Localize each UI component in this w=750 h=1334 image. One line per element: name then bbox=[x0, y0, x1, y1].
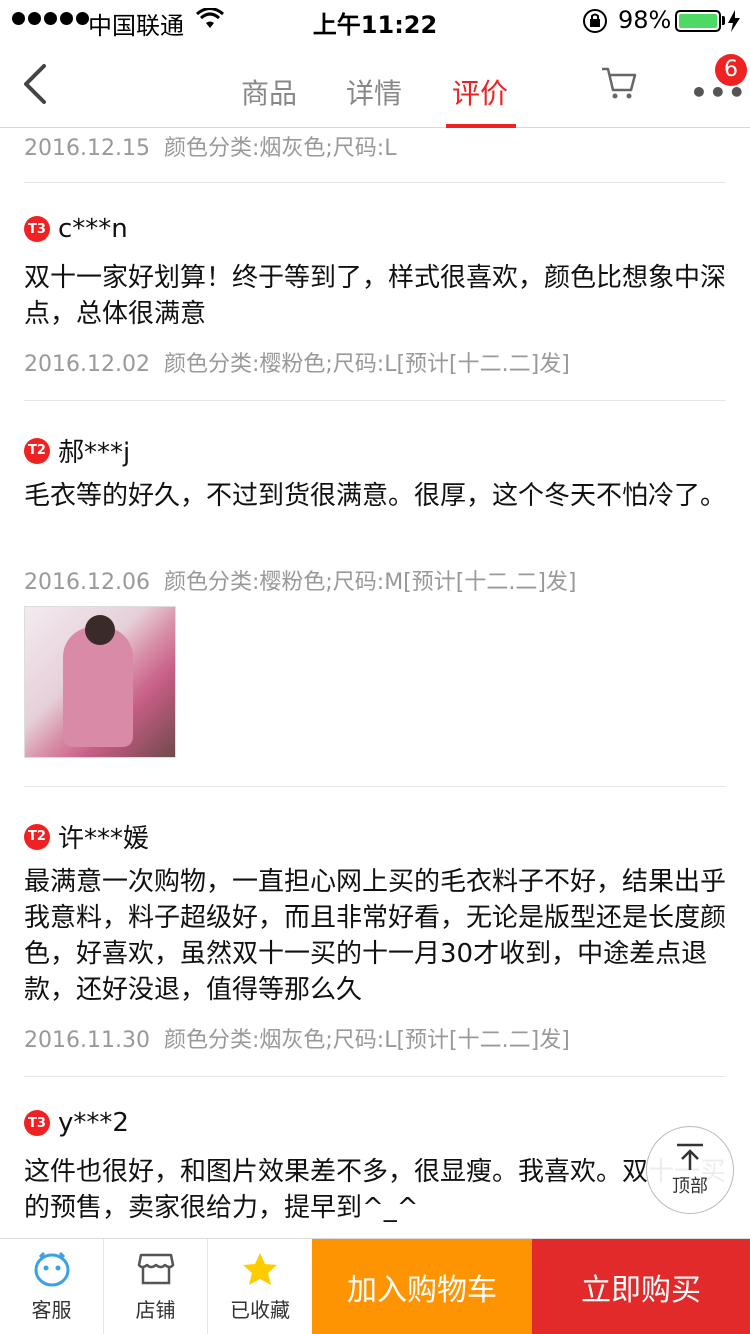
store-label: 店铺 bbox=[135, 1298, 176, 1322]
review-text: 毛衣等的好久，不过到货很满意。很厚，这个冬天不怕冷了。 bbox=[24, 481, 727, 511]
tab-details[interactable]: 详情 bbox=[346, 72, 402, 112]
review-meta: 2016.12.15 颜色分类:烟灰色;尺码:L bbox=[24, 130, 396, 162]
tab-goods[interactable]: 商品 bbox=[241, 72, 297, 112]
user-level-badge: T2 bbox=[24, 437, 50, 464]
review-username: 许***媛 bbox=[58, 824, 150, 854]
reviews-list: 2016.12.15 颜色分类:烟灰色;尺码:L T3 c***n 双十一家好划算… bbox=[0, 128, 750, 1238]
favorite-button[interactable]: 已收藏 bbox=[208, 1239, 312, 1334]
review-username: y***2 bbox=[58, 1108, 129, 1138]
battery-icon bbox=[675, 10, 721, 32]
review-user: T3 c***n bbox=[24, 214, 128, 244]
user-level-badge: T2 bbox=[24, 823, 50, 850]
review-meta: 2016.12.02 颜色分类:樱粉色;尺码:L[预计[十二.二]发] bbox=[24, 346, 570, 378]
divider bbox=[24, 182, 726, 183]
review-text: 最满意一次购物，一直担心网上买的毛衣料子不好，结果出乎我意料，料子超级好，而且非… bbox=[24, 867, 727, 1005]
buy-now-button[interactable]: 立即购买 bbox=[532, 1239, 750, 1334]
arrow-up-icon bbox=[677, 1143, 703, 1170]
review-meta: 2016.12.06 颜色分类:樱粉色;尺码:M[预计[十二.二]发] bbox=[24, 564, 577, 596]
cart-icon[interactable] bbox=[600, 64, 638, 106]
review-date: 2016.11.30 bbox=[24, 1028, 150, 1053]
tab-reviews[interactable]: 评价 bbox=[452, 72, 508, 112]
user-level-badge: T3 bbox=[24, 1110, 50, 1136]
review-date: 2016.12.06 bbox=[24, 570, 150, 595]
review-user: T2 许***媛 bbox=[24, 818, 149, 855]
review-username: 郝***j bbox=[58, 438, 131, 468]
review-date: 2016.12.02 bbox=[24, 352, 150, 377]
add-to-cart-button[interactable]: 加入购物车 bbox=[312, 1239, 532, 1334]
battery-percent: 98% bbox=[618, 6, 672, 34]
review-username: c***n bbox=[58, 214, 128, 244]
review-photo[interactable] bbox=[24, 606, 176, 758]
nav-bar: 商品 详情 评价 ••• 6 bbox=[0, 40, 750, 128]
bottom-action-bar: 客服 店铺 已收藏 加入购物车 立即购买 bbox=[0, 1238, 750, 1334]
star-icon bbox=[241, 1250, 279, 1288]
review-text: 双十一家好划算！终于等到了，样式很喜欢，颜色比想象中深点，总体很满意 bbox=[24, 263, 727, 329]
store-icon bbox=[137, 1250, 175, 1288]
review-date: 2016.12.15 bbox=[24, 136, 150, 161]
review-spec: 颜色分类:烟灰色;尺码:L[预计[十二.二]发] bbox=[163, 1028, 570, 1053]
user-level-badge: T3 bbox=[24, 216, 50, 242]
orientation-lock-icon bbox=[582, 8, 608, 40]
review-spec: 颜色分类:樱粉色;尺码:L[预计[十二.二]发] bbox=[163, 352, 570, 377]
charging-icon bbox=[727, 10, 741, 38]
back-icon[interactable] bbox=[20, 62, 50, 110]
divider bbox=[24, 786, 726, 787]
review-user: T3 y***2 bbox=[24, 1108, 129, 1138]
review-meta: 2016.11.30 颜色分类:烟灰色;尺码:L[预计[十二.二]发] bbox=[24, 1022, 570, 1054]
service-label: 客服 bbox=[31, 1298, 72, 1322]
back-to-top-button[interactable]: 顶部 bbox=[646, 1126, 734, 1214]
customer-service-button[interactable]: 客服 bbox=[0, 1239, 104, 1334]
service-icon bbox=[33, 1250, 71, 1288]
favorite-label: 已收藏 bbox=[230, 1298, 290, 1322]
divider bbox=[24, 400, 726, 401]
store-button[interactable]: 店铺 bbox=[104, 1239, 208, 1334]
review-user: T2 郝***j bbox=[24, 432, 130, 469]
back-to-top-label: 顶部 bbox=[672, 1176, 708, 1197]
review-spec: 颜色分类:烟灰色;尺码:L bbox=[163, 136, 397, 161]
review-text: 这件也很好，和图片效果差不多，很显瘦。我喜欢。双十一买的预售，卖家很给力，提早到… bbox=[24, 1157, 727, 1223]
review-spec: 颜色分类:樱粉色;尺码:M[预计[十二.二]发] bbox=[163, 570, 577, 595]
notification-badge: 6 bbox=[715, 54, 747, 86]
divider bbox=[24, 1076, 726, 1077]
status-bar: 中国联通 上午11:22 98% bbox=[0, 0, 750, 40]
